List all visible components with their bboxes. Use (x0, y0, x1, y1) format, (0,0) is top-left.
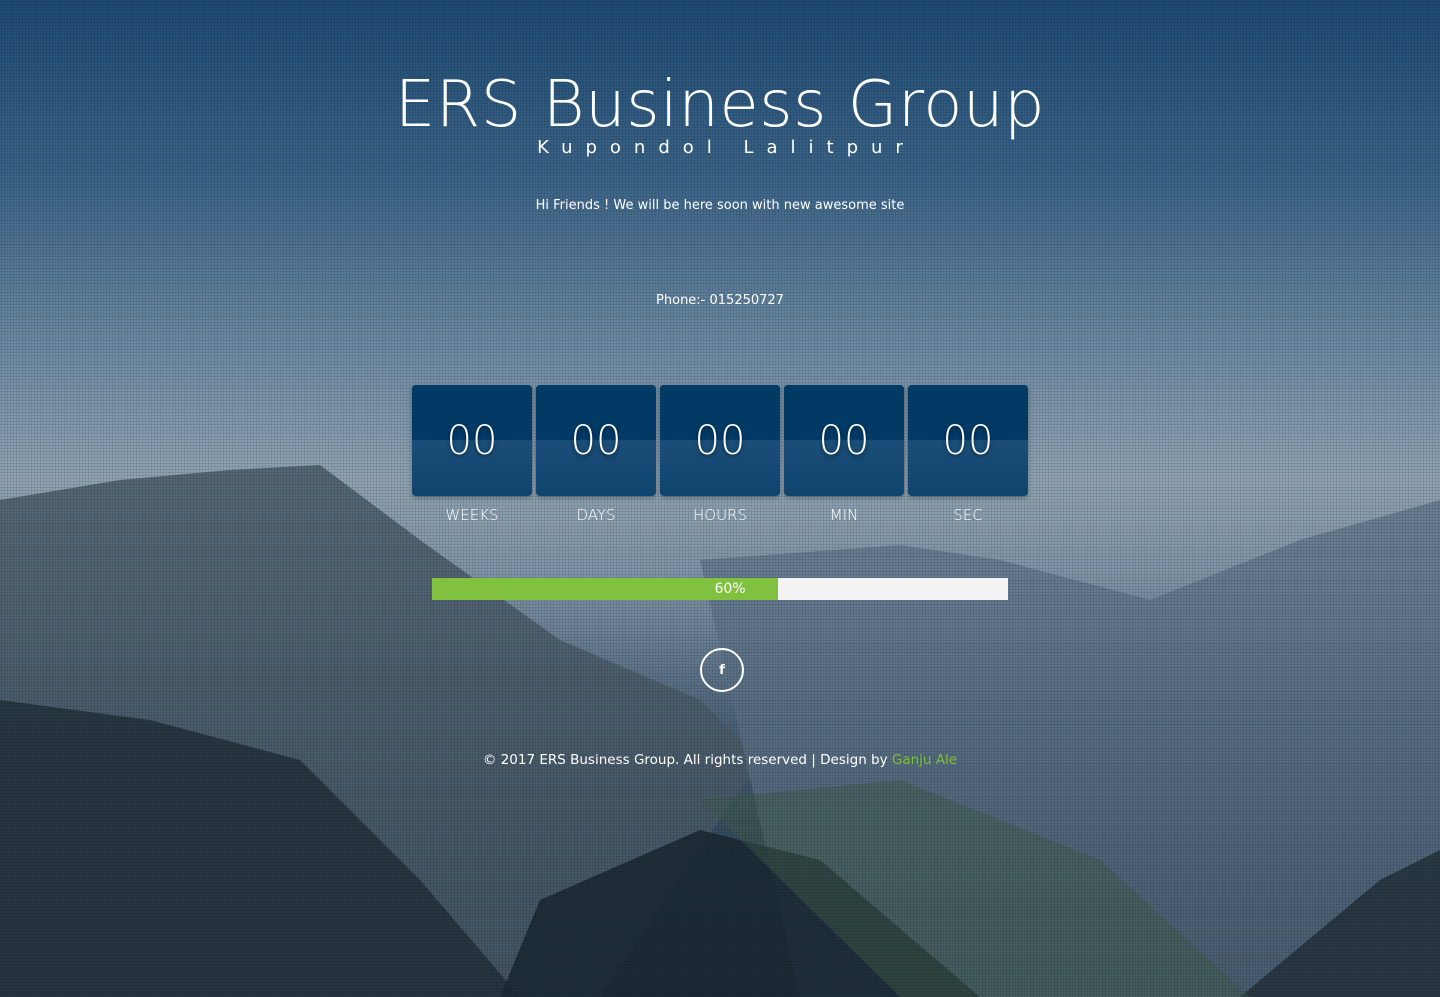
countdown-value: 00 (784, 385, 904, 496)
footer: © 2017 ERS Business Group. All rights re… (0, 752, 1440, 768)
countdown-label: WEEKS (445, 506, 499, 524)
countdown-value: 00 (660, 385, 780, 496)
countdown-hours: 00 HOURS (660, 385, 780, 524)
countdown-value: 00 (908, 385, 1028, 496)
countdown-minutes: 00 MIN (784, 385, 904, 524)
countdown-value: 00 (412, 385, 532, 496)
coming-soon-message: Hi Friends ! We will be here soon with n… (535, 198, 905, 213)
copyright-text: © 2017 ERS Business Group. All rights re… (482, 752, 892, 768)
facebook-icon: f (719, 662, 725, 678)
phone-number: Phone:- 015250727 (656, 293, 784, 308)
progress-bar: 60% (432, 578, 1008, 600)
countdown-weeks: 00 WEEKS (412, 385, 532, 524)
progress-fill: 60% (432, 578, 778, 600)
designer-link[interactable]: Ganju Ale (892, 752, 957, 768)
countdown-label: HOURS (692, 506, 747, 524)
facebook-button[interactable]: f (700, 648, 744, 692)
progress-label: 60% (714, 581, 746, 597)
site-title: ERS Business Group (394, 68, 1046, 142)
countdown-timer: 00 WEEKS 00 DAYS 00 HOURS 00 MIN 00 SEC (412, 385, 1028, 524)
countdown-days: 00 DAYS (536, 385, 656, 524)
site-subtitle: Kupondol Lalitpur (537, 137, 916, 158)
countdown-label: DAYS (576, 506, 616, 524)
countdown-label: MIN (829, 506, 859, 524)
countdown-value: 00 (536, 385, 656, 496)
countdown-label: SEC (953, 506, 983, 524)
countdown-seconds: 00 SEC (908, 385, 1028, 524)
